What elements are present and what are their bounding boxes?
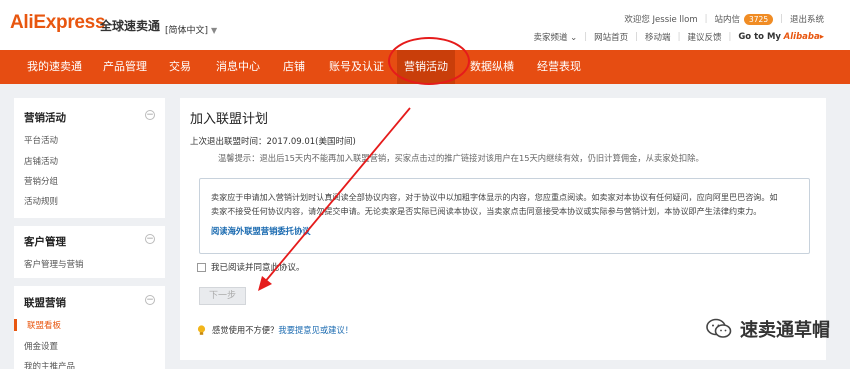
watermark: 速卖通草帽 — [706, 316, 830, 342]
alibaba-brand: Alibaba — [783, 32, 820, 42]
next-step-button[interactable]: 下一步 — [199, 287, 246, 305]
agree-checkbox-label: 我已阅读并同意此协议。 — [211, 263, 305, 273]
suggest-link[interactable]: 建议反馈 — [687, 31, 721, 43]
arrow-right-icon: ▸ — [819, 32, 824, 42]
goto-prefix: Go to My — [738, 32, 781, 42]
lightbulb-icon — [197, 324, 206, 335]
language-label: [简体中文] — [165, 26, 209, 36]
divider: | — [677, 32, 681, 42]
sidebar: 营销活动 − 平台活动 店铺活动 营销分组 活动规则 客户管理 − 客户管理与营… — [14, 98, 165, 369]
nav-item-account[interactable]: 账号及认证 — [329, 50, 384, 84]
sidebar-group-title-affiliate: 联盟营销 — [24, 297, 66, 309]
warm-tip: 温馨提示：退出后15天内不能再加入联盟营销，买家点击过的推广链接对该用户在15天… — [218, 153, 704, 163]
inbox-count-badge: 3725 — [744, 13, 774, 25]
watermark-text: 速卖通草帽 — [740, 320, 830, 341]
sidebar-item-customer-management[interactable]: 客户管理与营销 — [24, 258, 84, 270]
divider — [14, 218, 165, 226]
agree-checkbox[interactable] — [197, 262, 206, 272]
divider: | — [728, 32, 732, 42]
nav-item-data[interactable]: 数据纵横 — [470, 50, 514, 84]
sidebar-item-commission-settings[interactable]: 佣金设置 — [24, 340, 58, 352]
nav-item-store[interactable]: 店铺 — [283, 50, 305, 84]
annotation-circle — [388, 37, 470, 85]
sidebar-item-featured-products[interactable]: 我的主推产品 — [24, 360, 75, 369]
wechat-icon — [706, 318, 732, 338]
sidebar-item-store-activity[interactable]: 店铺活动 — [24, 155, 58, 167]
language-selector[interactable]: [简体中文] ▼ — [165, 23, 217, 36]
nav-item-messages[interactable]: 消息中心 — [216, 50, 260, 84]
nav-item-orders[interactable]: 交易 — [169, 50, 191, 84]
agreement-text-line: 卖家应于申请加入营销计划时认真阅读全部协议内容，对于协议中以加粗字体显示的内容，… — [211, 192, 778, 202]
last-exit-time: 上次退出联盟时间：2017.09.01(美国时间) — [190, 137, 356, 147]
divider: | — [704, 14, 708, 24]
user-links-row: 欢迎您 Jessie llom | 站内信 3725 | 退出系统 — [624, 13, 824, 25]
logo-chinese-text: 全球速卖通 — [100, 19, 161, 33]
sidebar-item-marketing-groups[interactable]: 营销分组 — [24, 175, 58, 187]
collapse-icon[interactable]: − — [145, 110, 155, 120]
chevron-down-icon: ▼ — [211, 26, 218, 35]
sidebar-item-affiliate-dashboard[interactable]: 联盟看板 — [14, 319, 61, 331]
nav-item-performance[interactable]: 经营表现 — [537, 50, 581, 84]
chevron-down-icon: ⌄ — [570, 33, 578, 43]
collapse-icon[interactable]: − — [145, 234, 155, 244]
agreement-box: 卖家应于申请加入营销计划时认真阅读全部协议内容，对于协议中以加粗字体显示的内容，… — [199, 178, 810, 254]
goto-alibaba-link[interactable]: Go to My Alibaba▸ — [738, 32, 824, 42]
feedback-text: 感觉使用不方便？ — [212, 325, 279, 335]
seller-channel-label: 卖家频道 — [533, 33, 568, 43]
divider — [14, 278, 165, 286]
welcome-text: 欢迎您 Jessie llom — [624, 15, 698, 25]
agreement-text-line: 卖家不接受任何协议内容，请勿提交申请。无论卖家是否实际已阅读本协议，当卖家点击同… — [211, 206, 762, 216]
sidebar-item-activity-rules[interactable]: 活动规则 — [24, 195, 58, 207]
feedback-row: 感觉使用不方便？ 我要提意见或建议！ — [197, 324, 353, 336]
divider: | — [780, 14, 783, 24]
sidebar-group-title-customers: 客户管理 — [24, 236, 66, 248]
collapse-icon[interactable]: − — [145, 295, 155, 305]
agree-checkbox-row[interactable]: 我已阅读并同意此协议。 — [197, 261, 305, 273]
site-links-row: 卖家频道 ⌄ | 网站首页 | 移动端 | 建议反馈 | Go to My Al… — [533, 31, 824, 43]
nav-item-my-aliexpress[interactable]: 我的速卖通 — [27, 50, 82, 84]
seller-channel-menu[interactable]: 卖家频道 ⌄ — [533, 31, 577, 43]
sidebar-item-platform-activity[interactable]: 平台活动 — [24, 134, 58, 146]
site-home-link[interactable]: 网站首页 — [594, 31, 628, 43]
nav-item-products[interactable]: 产品管理 — [103, 50, 147, 84]
agreement-link[interactable]: 阅读海外联盟营销委托协议 — [211, 225, 311, 237]
sidebar-group-title-marketing: 营销活动 — [24, 112, 66, 124]
divider: | — [584, 32, 588, 42]
inbox-link[interactable]: 站内信 — [715, 13, 741, 25]
page-title: 加入联盟计划 — [190, 112, 269, 127]
feedback-link[interactable]: 我要提意见或建议！ — [278, 324, 353, 336]
divider: | — [635, 32, 639, 42]
logout-link[interactable]: 退出系统 — [790, 13, 824, 25]
inbox-label: 站内信 — [714, 15, 741, 25]
aliexpress-logo[interactable]: AliExpress — [10, 12, 106, 34]
mobile-link[interactable]: 移动端 — [645, 31, 671, 43]
